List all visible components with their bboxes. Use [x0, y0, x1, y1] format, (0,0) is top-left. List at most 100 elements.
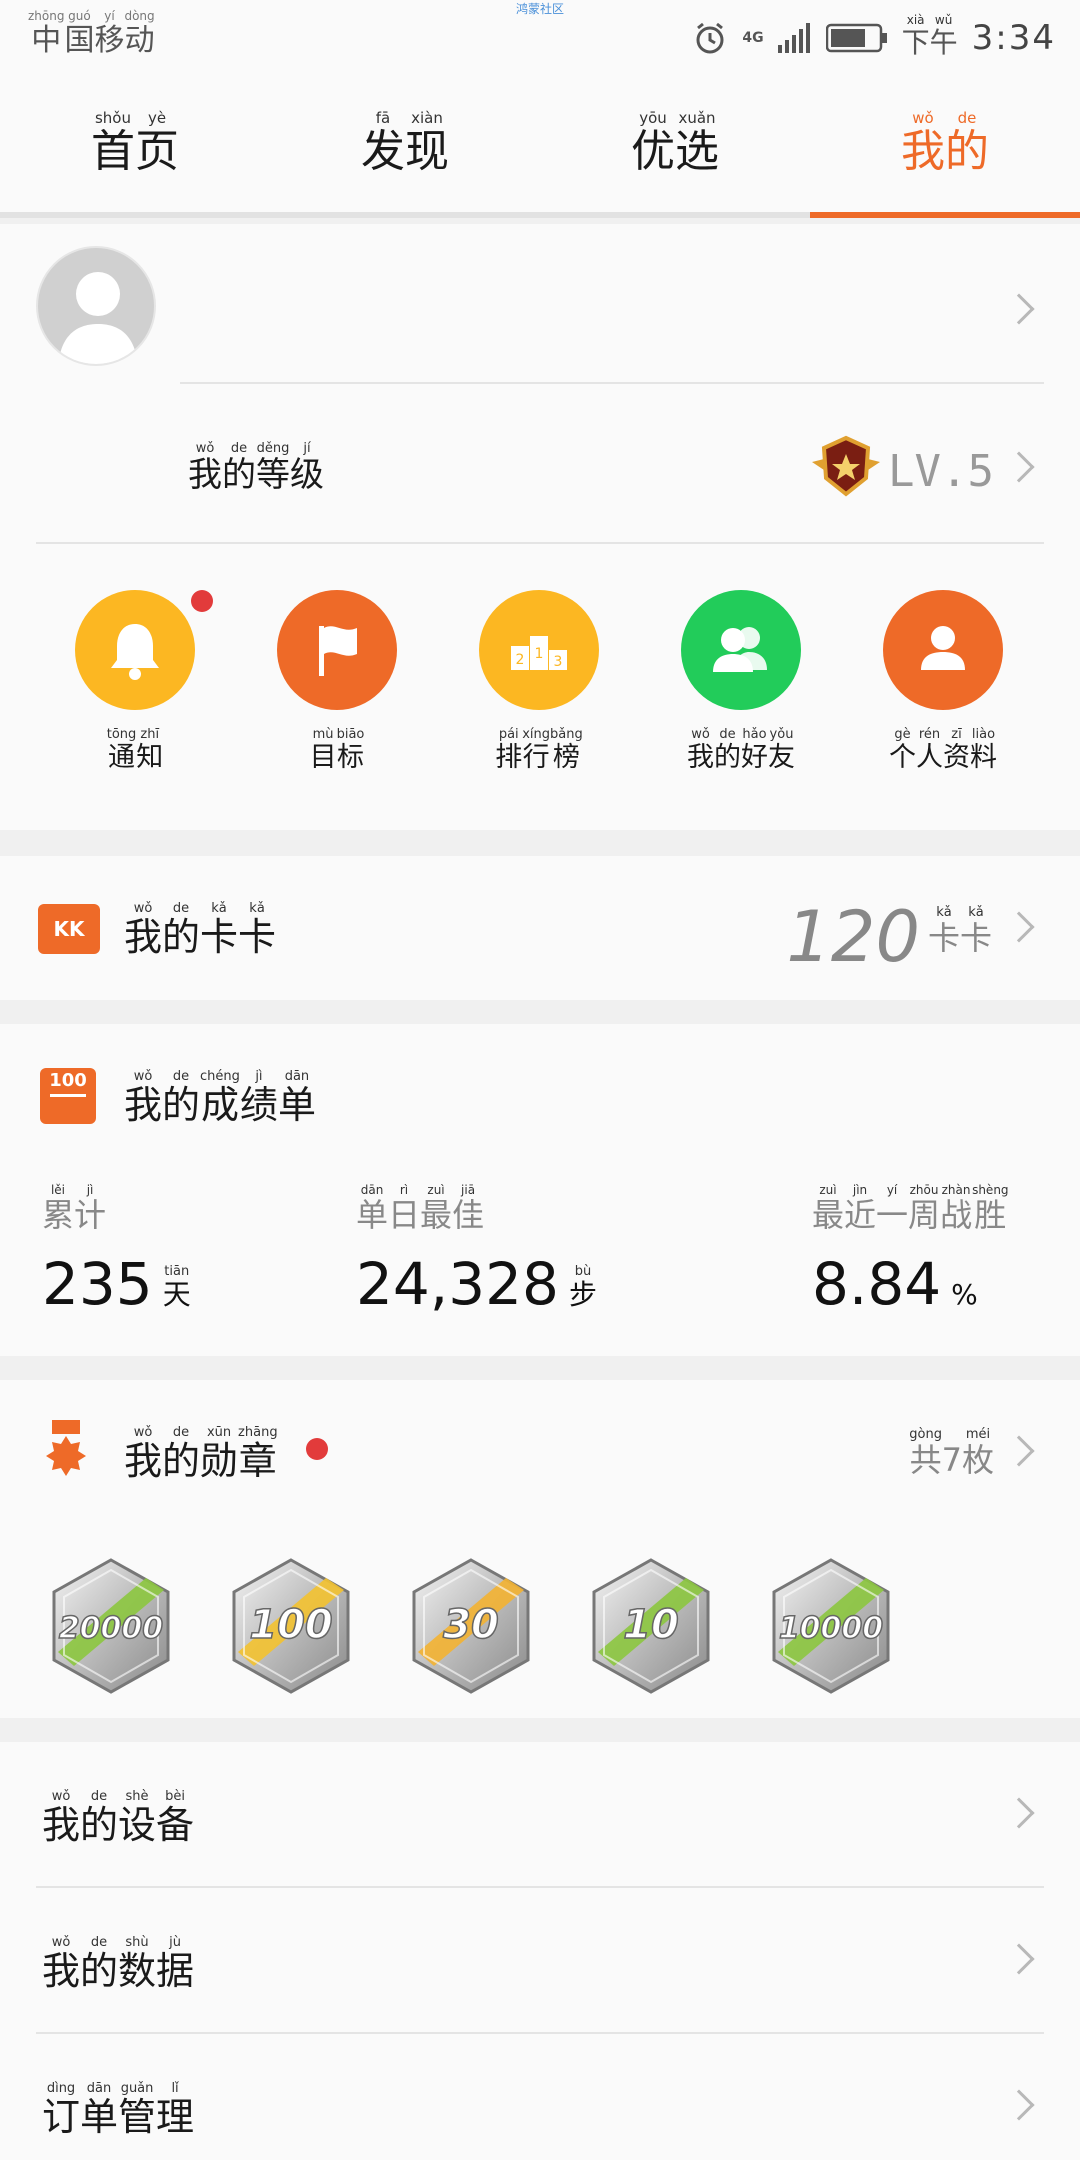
list-item-label: 我wǒ的de数shù据jù — [42, 1935, 195, 1993]
list-item-orders[interactable]: 订dìng单dān管guǎn理lǐ — [0, 2034, 1080, 2160]
shortcut-label: 通tōng知zhī — [106, 727, 164, 773]
shortcut-leaderboard[interactable]: 2 1 3 排pái行xíng榜bǎng — [438, 590, 640, 774]
chevron-right-icon — [1003, 2089, 1035, 2121]
shortcut-profile[interactable]: 个gè人rén资zī料liào — [842, 590, 1044, 774]
alarm-icon — [696, 22, 724, 53]
divider — [36, 542, 1044, 544]
level-label: 我wǒ的de等děng级jí — [188, 441, 324, 495]
stat-number: 8.84 — [812, 1250, 942, 1318]
shortcut-row: 通tōng知zhī 目mù标biāo 2 1 3 排pái行xíng榜bǎng … — [0, 590, 1080, 774]
friends-circle — [681, 590, 801, 710]
person-icon — [921, 626, 965, 670]
stat-value: 235 天tiān — [42, 1250, 191, 1318]
kaka-badge-icon: KK — [38, 904, 100, 954]
stat-unit: 步bù — [568, 1264, 597, 1311]
list-item-my-data[interactable]: 我wǒ的de数shù据jù — [0, 1888, 1080, 2033]
svg-text:3: 3 — [554, 654, 563, 670]
level-chevron-icon[interactable] — [1003, 451, 1035, 483]
profile-section: 我wǒ的de等děng级jí LV.5 通tōng知zhī 目mù标biāo 2… — [0, 224, 1080, 830]
flag-icon — [319, 626, 357, 676]
avatar[interactable] — [36, 246, 156, 366]
stat-total-days: 累lěi计jì 235 天tiān — [42, 1183, 191, 1318]
default-avatar-icon — [58, 272, 138, 364]
kaka-unit: 卡kǎ卡kǎ — [927, 905, 992, 957]
tab-select[interactable]: 优yōu 选xuǎn — [540, 78, 810, 212]
bell-icon — [111, 624, 159, 680]
stat-week-win: 最zuì近jìn一yí周zhōu战zhàn胜shèng 8.84% — [812, 1183, 1009, 1318]
medal-text: 10000 — [779, 1611, 883, 1646]
medal-badge[interactable]: 10 — [586, 1556, 716, 1696]
scorecard-icon: 100 — [40, 1068, 96, 1124]
shortcut-goals[interactable]: 目mù标biāo — [236, 590, 438, 774]
medal-text: 20000 — [59, 1611, 163, 1646]
kaka-section[interactable]: KK 我wǒ的de卡kǎ卡kǎ 120 卡kǎ卡kǎ — [0, 856, 1080, 1000]
scores-section: 100 我wǒ的de成chéng绩jì单dān 累lěi计jì 235 天tiān… — [0, 1024, 1080, 1356]
podium-icon: 2 1 3 — [511, 636, 567, 670]
status-icons: 4G 下xià午wǔ 3:34 — [692, 13, 1056, 61]
kaka-title: 我wǒ的de卡kǎ卡kǎ — [124, 901, 277, 959]
signal-icon — [777, 22, 810, 53]
chevron-right-icon — [1003, 1797, 1035, 1829]
notifications-circle — [75, 590, 213, 710]
shortcut-label: 目mù标biāo — [309, 727, 365, 773]
profile-chevron-icon[interactable] — [1003, 293, 1035, 325]
level-badge-icon — [812, 435, 880, 497]
tab-mine[interactable]: 我wǒ 的de — [810, 78, 1080, 218]
tab-discover[interactable]: 发fā 现xiàn — [270, 78, 540, 212]
medal-text: 30 — [443, 1602, 499, 1648]
list-item-label: 订dìng单dān管guǎn理lǐ — [42, 2081, 195, 2139]
settings-list: 我wǒ的de设shè备bèi 我wǒ的de数shù据jù 订dìng单dān管g… — [0, 1742, 1080, 2160]
medals-chevron-icon[interactable] — [1003, 1435, 1035, 1467]
goals-circle — [277, 590, 397, 710]
medal-badge[interactable]: 20000 — [46, 1556, 176, 1696]
medal-badge[interactable]: 30 — [406, 1556, 536, 1696]
medal-badge[interactable]: 10000 — [766, 1556, 896, 1696]
chevron-right-icon — [1003, 1943, 1035, 1975]
stat-best-day: 单dān日rì最zuì佳jiā 24,328 步bù — [356, 1183, 597, 1318]
medal-count: 共gòng7枚méi — [909, 1427, 994, 1479]
scores-title: 我wǒ的de成chéng绩jì单dān — [124, 1069, 316, 1127]
am-pm: 下xià午wǔ — [901, 13, 958, 59]
list-item-my-devices[interactable]: 我wǒ的de设shè备bèi — [0, 1742, 1080, 1887]
stat-unit: 天tiān — [162, 1264, 191, 1311]
kaka-value: 120 — [786, 896, 920, 978]
stat-number: 24,328 — [356, 1250, 559, 1318]
tab-home[interactable]: 首shǒu 页yè — [0, 78, 270, 212]
medal-badge[interactable]: 100 — [226, 1556, 356, 1696]
scorecard-icon-text: 100 — [49, 1070, 87, 1091]
list-item-label: 我wǒ的de设shè备bèi — [42, 1789, 195, 1847]
svg-text:2: 2 — [516, 652, 525, 668]
battery-icon — [825, 23, 887, 52]
svg-text:1: 1 — [535, 646, 544, 662]
medals-new-dot — [306, 1438, 328, 1460]
shortcut-label: 我wǒ的de好hǎo友yǒu — [687, 727, 795, 773]
stat-number: 235 — [42, 1250, 153, 1318]
shortcut-label: 个gè人rén资zī料liào — [889, 727, 997, 773]
leaderboard-circle: 2 1 3 — [479, 590, 599, 710]
stat-label: 累lěi计jì — [42, 1183, 107, 1234]
shortcut-friends[interactable]: 我wǒ的de好hǎo友yǒu — [640, 590, 842, 774]
carrier-name: 中zhōng国guó移yí动dòng — [28, 9, 155, 58]
network-type: 4G — [742, 29, 764, 46]
medals-section: 我wǒ的de勋xūn章zhāng 共gòng7枚méi 20000 100 30… — [0, 1380, 1080, 1718]
profile-circle — [883, 590, 1003, 710]
medals-title: 我wǒ的de勋xūn章zhāng — [124, 1425, 278, 1483]
shortcut-notifications[interactable]: 通tōng知zhī — [34, 590, 236, 774]
medal-row: 20000 100 30 10 10000 — [46, 1556, 896, 1696]
scorecard-line — [50, 1094, 86, 1097]
stat-label: 单dān日rì最zuì佳jiā — [356, 1183, 485, 1234]
friends-icon — [713, 627, 767, 672]
stat-label: 最zuì近jìn一yí周zhōu战zhàn胜shèng — [812, 1183, 1009, 1234]
stat-value: 24,328 步bù — [356, 1250, 597, 1318]
status-bar: 鸿蒙社区 中zhōng国guó移yí动dòng 4G 下xià午wǔ 3:34 — [0, 0, 1080, 78]
stat-unit: % — [951, 1278, 978, 1311]
notification-dot — [191, 590, 213, 612]
kaka-chevron-icon[interactable] — [1003, 911, 1035, 943]
clock: 3:34 — [971, 17, 1056, 58]
divider — [180, 382, 1044, 384]
medal-text: 100 — [249, 1602, 333, 1648]
medal-text: 10 — [623, 1602, 679, 1648]
stat-value: 8.84% — [812, 1250, 1009, 1318]
shortcut-label: 排pái行xíng榜bǎng — [495, 727, 583, 773]
medal-icon — [46, 1420, 86, 1476]
